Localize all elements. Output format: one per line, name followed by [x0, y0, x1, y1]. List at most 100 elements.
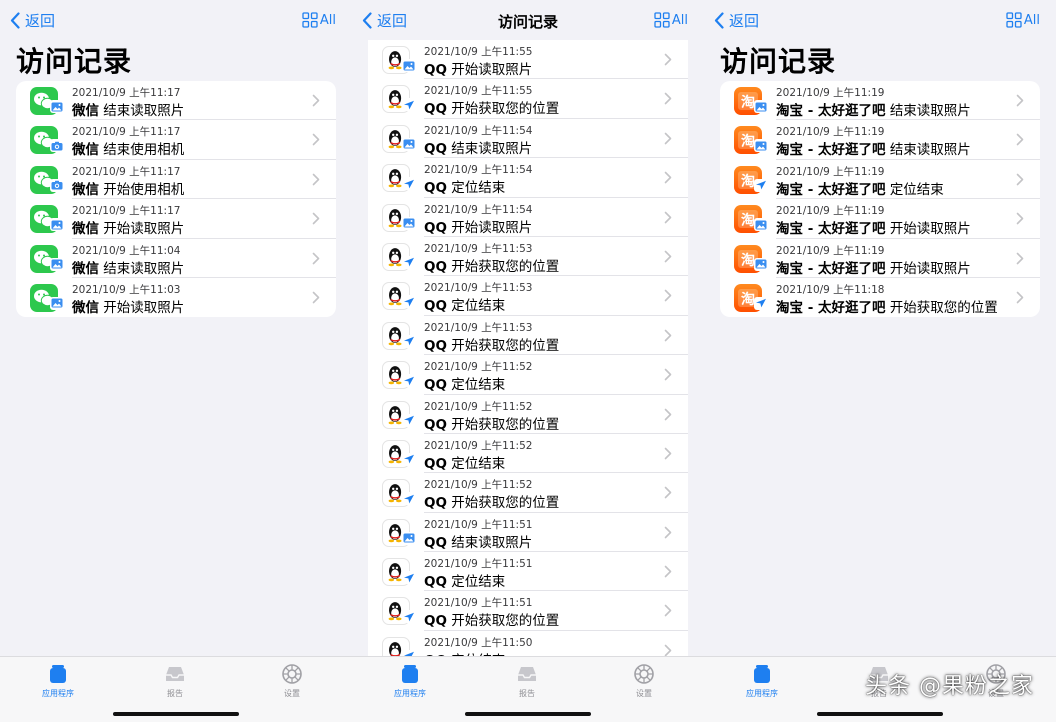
app-icon-group — [382, 124, 416, 153]
list-item[interactable]: 2021/10/9 上午11:52 QQ 开始获取您的位置 — [368, 473, 688, 513]
record-title: 淘宝 - 太好逛了吧 开始读取照片 — [776, 217, 971, 237]
all-button[interactable]: All — [654, 11, 688, 29]
back-label: 返回 — [25, 11, 56, 30]
list-item[interactable]: 淘 2021/10/9 上午11:19 淘宝 - 太好逛了吧 定位结束 — [720, 160, 1040, 200]
tab-settings[interactable]: 设置 — [609, 663, 679, 699]
nav-bar: 返回 All — [0, 0, 352, 40]
list-item[interactable]: 2021/10/9 上午11:55 QQ 开始读取照片 — [368, 40, 688, 80]
record-title: 淘宝 - 太好逛了吧 定位结束 — [776, 178, 944, 198]
location-icon — [402, 492, 416, 506]
record-time: 2021/10/9 上午11:17 — [72, 87, 181, 99]
record-action: 开始读取照片 — [889, 260, 971, 277]
list-item[interactable]: 2021/10/9 上午11:52 QQ 定位结束 — [368, 355, 688, 395]
back-button[interactable]: 返回 — [714, 10, 759, 30]
all-label: All — [671, 12, 688, 28]
tab-apps[interactable]: 应用程序 — [23, 663, 93, 699]
record-app-name: QQ — [424, 140, 447, 157]
nav-bar: 返回 访问记录 All — [352, 0, 704, 40]
list-item[interactable]: 2021/10/9 上午11:52 QQ 开始获取您的位置 — [368, 395, 688, 434]
panel-taobao-records: 返回 All 访问记录 淘 2021/10/9 上午11:19 淘宝 - 太好逛了吧… — [704, 0, 1056, 722]
record-time: 2021/10/9 上午11:52 — [424, 400, 533, 413]
app-icon-group — [382, 361, 416, 390]
list-item[interactable]: 淘 2021/10/9 上午11:19 淘宝 - 太好逛了吧 开始读取照片 — [720, 239, 1040, 278]
location-icon — [402, 295, 416, 309]
list-item[interactable]: 2021/10/9 上午11:03 微信 开始读取照片 — [16, 278, 336, 317]
record-app-name: QQ — [424, 337, 447, 354]
app-icon-group — [382, 321, 416, 350]
list-item[interactable]: 2021/10/9 上午11:04 微信 结束读取照片 — [16, 239, 336, 278]
chevron-right-icon — [1016, 173, 1024, 186]
record-action: 开始读取照片 — [103, 299, 185, 316]
record-app-name: 微信 — [72, 181, 99, 198]
tab-apps[interactable]: 应用程序 — [375, 663, 445, 699]
tab-apps[interactable]: 应用程序 — [727, 663, 797, 699]
chevron-right-icon — [664, 526, 672, 538]
record-action: 结束读取照片 — [451, 534, 533, 551]
record-time: 2021/10/9 上午11:17 — [72, 126, 181, 139]
records-list: 淘 2021/10/9 上午11:19 淘宝 - 太好逛了吧 结束读取照片淘 2021… — [720, 81, 1040, 318]
chevron-right-icon — [1016, 134, 1024, 146]
tab-settings-label: 设置 — [284, 689, 300, 698]
record-app-name: QQ — [424, 495, 447, 512]
all-button[interactable]: All — [1006, 11, 1040, 29]
list-item[interactable]: 2021/10/9 上午11:17 微信 结束读取照片 — [16, 81, 336, 121]
chevron-right-icon — [664, 644, 672, 657]
record-time: 2021/10/9 上午11:51 — [424, 518, 533, 531]
record-app-name: 微信 — [72, 221, 99, 238]
tab-report-label: 报告 — [519, 689, 535, 698]
list-item[interactable]: 淘 2021/10/9 上午11:19 淘宝 - 太好逛了吧 结束读取照片 — [720, 120, 1040, 160]
all-button[interactable]: All — [302, 11, 336, 29]
record-title: QQ 结束读取照片 — [424, 531, 532, 551]
record-time: 2021/10/9 上午11:54 — [424, 203, 533, 216]
list-item[interactable]: 2021/10/9 上午11:52 QQ 定位结束 — [368, 434, 688, 474]
chevron-right-icon — [664, 565, 672, 578]
record-app-name: QQ — [424, 377, 447, 394]
chevron-right-icon — [664, 329, 672, 342]
record-time: 2021/10/9 上午11:53 — [424, 321, 533, 334]
tab-report[interactable]: 报告 — [492, 663, 562, 699]
chevron-right-icon — [664, 211, 672, 223]
list-item[interactable]: 淘 2021/10/9 上午11:19 淘宝 - 太好逛了吧 开始读取照片 — [720, 199, 1040, 239]
record-title: QQ 开始获取您的位置 — [424, 609, 559, 629]
list-item[interactable]: 淘 2021/10/9 上午11:19 淘宝 - 太好逛了吧 结束读取照片 — [720, 81, 1040, 121]
chevron-right-icon — [1016, 212, 1024, 225]
list-item[interactable]: 2021/10/9 上午11:53 QQ 开始获取您的位置 — [368, 316, 688, 356]
list-item[interactable]: 2021/10/9 上午11:53 QQ 开始获取您的位置 — [368, 237, 688, 277]
record-title: QQ 开始获取您的位置 — [424, 491, 559, 511]
list-item[interactable]: 2021/10/9 上午11:54 QQ 开始读取照片 — [368, 198, 688, 237]
tab-report[interactable]: 报告 — [140, 663, 210, 699]
app-icon-group — [30, 205, 64, 234]
list-item[interactable]: 2021/10/9 上午11:51 QQ 开始获取您的位置 — [368, 591, 688, 631]
record-action: 开始读取照片 — [451, 62, 533, 78]
photos-icon — [50, 257, 64, 271]
chevron-left-icon — [714, 11, 724, 29]
app-icon-group — [382, 164, 416, 193]
list-item[interactable]: 2021/10/9 上午11:54 QQ 结束读取照片 — [368, 119, 688, 159]
record-time: 2021/10/9 上午11:19 — [776, 126, 885, 139]
list-item[interactable]: 2021/10/9 上午11:17 微信 结束使用相机 — [16, 120, 336, 160]
back-button[interactable]: 返回 — [10, 10, 55, 30]
record-title: 微信 结束读取照片 — [72, 257, 184, 277]
svg-text:淘: 淘 — [741, 94, 755, 111]
apps-icon — [402, 665, 418, 683]
app-icon-group — [382, 242, 416, 271]
home-indicator — [817, 712, 943, 716]
list-item[interactable]: 2021/10/9 上午11:17 微信 开始使用相机 — [16, 160, 336, 200]
tab-bar: 应用程序 报告 设置 — [352, 656, 704, 722]
list-item[interactable]: 2021/10/9 上午11:53 QQ 定位结束 — [368, 276, 688, 316]
record-title: 淘宝 - 太好逛了吧 开始获取您的位置 — [776, 296, 998, 316]
list-item[interactable]: 2021/10/9 上午11:55 QQ 开始获取您的位置 — [368, 79, 688, 119]
chevron-right-icon — [664, 171, 672, 184]
record-title: QQ 结束读取照片 — [424, 137, 532, 157]
camera-icon — [50, 178, 64, 192]
record-time: 2021/10/9 上午11:19 — [776, 165, 885, 178]
record-title: QQ 定位结束 — [424, 570, 505, 590]
apps-icon — [754, 665, 770, 683]
list-item[interactable]: 2021/10/9 上午11:54 QQ 定位结束 — [368, 158, 688, 198]
list-item[interactable]: 2021/10/9 上午11:51 QQ 结束读取照片 — [368, 513, 688, 553]
list-item[interactable]: 2021/10/9 上午11:51 QQ 定位结束 — [368, 552, 688, 592]
list-item[interactable]: 2021/10/9 上午11:17 微信 开始读取照片 — [16, 199, 336, 239]
app-icon-group — [382, 46, 416, 74]
tab-settings[interactable]: 设置 — [257, 663, 327, 699]
list-item[interactable]: 淘 2021/10/9 上午11:18 淘宝 - 太好逛了吧 开始获取您的位置 — [720, 278, 1040, 317]
